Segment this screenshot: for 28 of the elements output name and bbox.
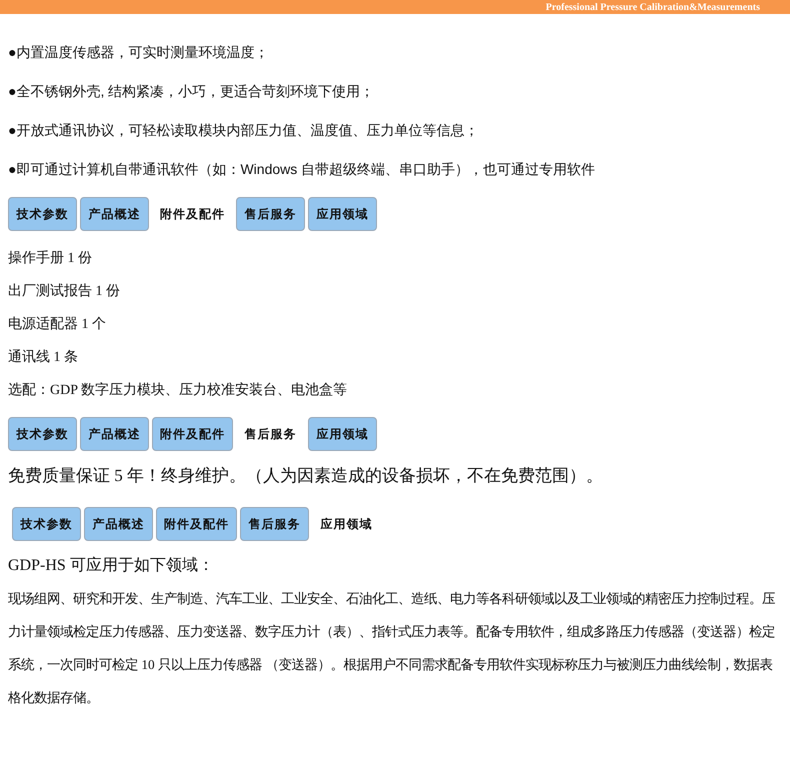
tab[interactable]: 技术参数 [8, 197, 77, 231]
accessory-text: 电源适配器 1 个 [8, 316, 107, 334]
tab[interactable]: 附件及配件 [152, 197, 233, 231]
tab[interactable]: 产品概述 [80, 417, 149, 451]
accessory-text: 出厂测试报告 1 份 [8, 282, 121, 301]
section-heading: GDP-HS 可应用于如下领域： [8, 556, 215, 576]
application-paragraph: 现场组网、研究和开发、生产制造、汽车工业、工业安全、石油化工、造纸、电力等各科研领域以及工业领域的精密压力控制过程。压力计量领域检定压力传感器、压力变送器、数字压力计（表）、指针式压力表等。配备专用软件，组成多路压力传感器（变送器）检定系统，一次同时可检定 10 只以上压力传感器 （变送器）。根据用户不同需求配备专用软件实现标称压力与被测压力曲线绘制，数据表格化数据存储。 [8, 590, 776, 707]
feature-text: ●内置温度传感器，可实时测量环境温度； [8, 43, 270, 62]
tab[interactable]: 售后服务 [240, 507, 309, 541]
tab[interactable]: 产品概述 [84, 507, 153, 541]
tab[interactable]: 产品概述 [80, 197, 149, 231]
tab[interactable]: 技术参数 [12, 507, 81, 541]
warranty-text: 免费质量保证 5 年！终身维护。（人为因素造成的设备损坏，不在免费范围）。 [8, 465, 604, 487]
tab[interactable]: 应用领域 [312, 507, 381, 541]
tab[interactable]: 附件及配件 [152, 417, 233, 451]
accessory-text: 选配：GDP 数字压力模块、压力校准安装台、电池盒等 [8, 381, 348, 400]
accessory-text: 通讯线 1 条 [8, 348, 79, 367]
tab[interactable]: 应用领域 [308, 197, 377, 231]
tab[interactable]: 售后服务 [236, 197, 305, 231]
feature-text: ●即可通过计算机自带通讯软件（如：Windows 自带超级终端、串口助手），也可通过专用软件 [8, 160, 596, 179]
tab[interactable]: 技术参数 [8, 417, 77, 451]
tab[interactable]: 附件及配件 [156, 507, 237, 541]
accessory-text: 操作手册 1 份 [8, 249, 93, 268]
tab[interactable]: 应用领域 [308, 417, 377, 451]
header-tagline: Professional Pressure Calibration&Measurements [546, 2, 760, 12]
feature-text: ●全不锈钢外壳, 结构紧凑，小巧，更适合苛刻环境下使用； [8, 82, 376, 101]
feature-text: ●开放式通讯协议，可轻松读取模块内部压力值、温度值、压力单位等信息； [8, 121, 480, 140]
tab[interactable]: 售后服务 [236, 417, 305, 451]
